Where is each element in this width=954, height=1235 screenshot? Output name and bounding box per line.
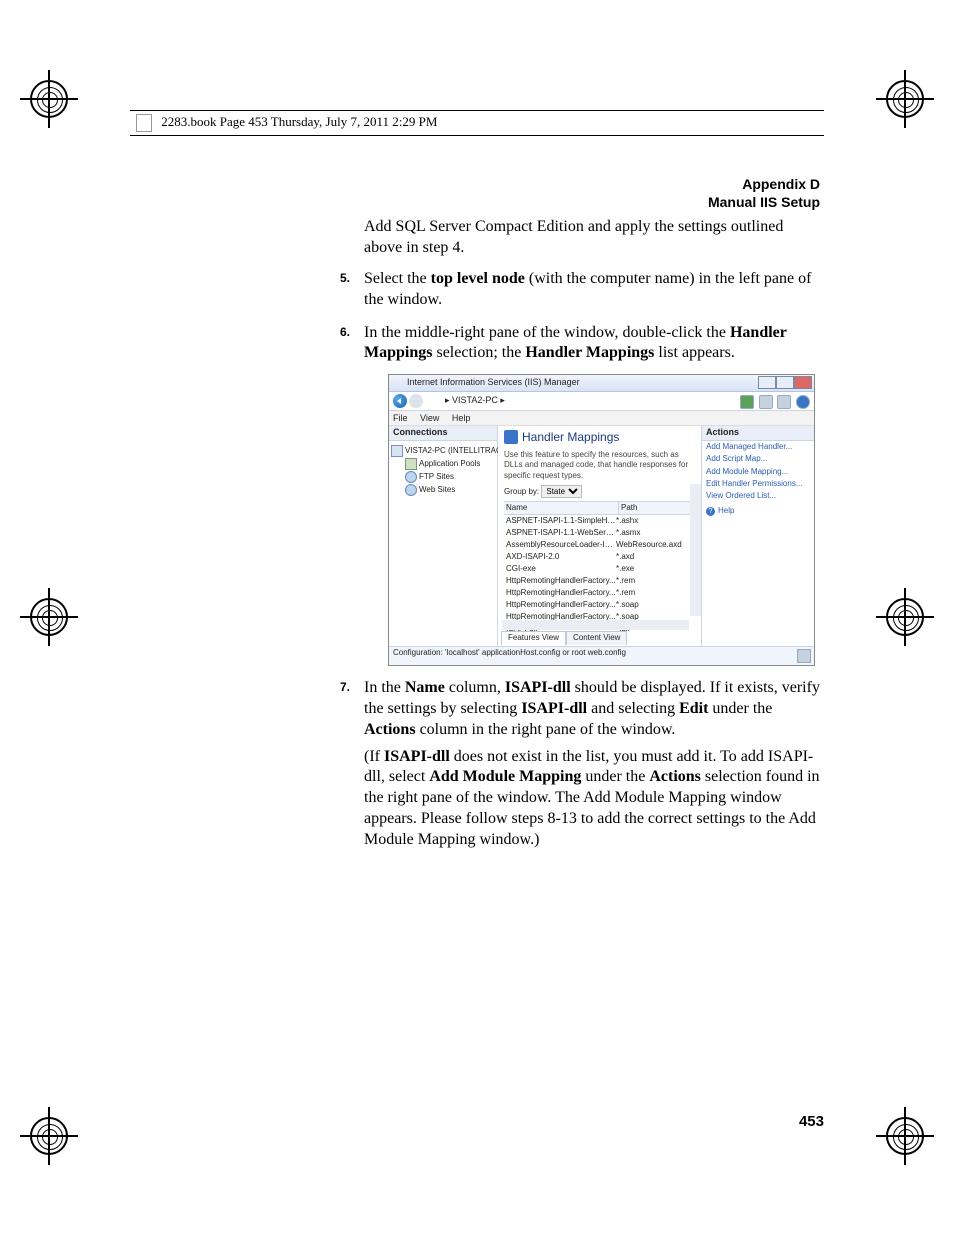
group-by-select[interactable]: State — [541, 485, 582, 498]
action-link[interactable]: Add Managed Handler... — [702, 441, 814, 453]
menu-view[interactable]: View — [420, 413, 439, 423]
status-bar: Configuration: 'localhost' applicationHo… — [389, 646, 814, 665]
page-number: 453 — [799, 1113, 824, 1130]
handler-mappings-icon — [504, 430, 518, 444]
globe-icon — [405, 484, 417, 496]
tree-node-server[interactable]: VISTA2-PC (INTELLITRACKIN — [391, 444, 495, 457]
stop-icon[interactable] — [759, 395, 773, 409]
window-title: Internet Information Services (IIS) Mana… — [407, 377, 580, 389]
iis-manager-screenshot: Internet Information Services (IIS) Mana… — [388, 374, 815, 666]
table-row[interactable]: HttpRemotingHandlerFactory...*.rem — [504, 587, 695, 599]
tree-node-ftp[interactable]: FTP Sites — [391, 470, 495, 483]
book-header: 2283.book Page 453 Thursday, July 7, 201… — [130, 110, 824, 136]
col-name[interactable]: Name — [504, 502, 619, 514]
table-row[interactable]: HttpRemotingHandlerFactory...*.soap — [504, 599, 695, 611]
registration-mark-icon — [30, 80, 68, 118]
step-6: 6. In the middle-right pane of the windo… — [340, 323, 820, 667]
status-icon — [797, 649, 811, 663]
menu-bar: File View Help — [389, 411, 814, 426]
maximize-button[interactable] — [776, 376, 794, 389]
appendix-header: Appendix D Manual IIS Setup — [340, 175, 820, 211]
page-icon — [136, 114, 152, 132]
actions-header: Actions — [702, 426, 814, 441]
main-description: Use this feature to specify the resource… — [504, 450, 695, 481]
server-icon — [391, 445, 403, 457]
registration-mark-icon — [30, 1117, 68, 1155]
action-link[interactable]: Edit Handler Permissions... — [702, 478, 814, 490]
table-row[interactable]: AXD-ISAPI-2.0*.axd — [504, 551, 695, 563]
col-path[interactable]: Path — [619, 502, 695, 514]
close-button[interactable] — [794, 376, 812, 389]
menu-help[interactable]: Help — [452, 413, 471, 423]
help-icon[interactable] — [796, 395, 810, 409]
group-by: Group by: State — [504, 485, 695, 498]
action-link[interactable]: View Ordered List... — [702, 490, 814, 502]
tree-node-web[interactable]: Web Sites — [391, 483, 495, 496]
action-link[interactable]: Add Module Mapping... — [702, 466, 814, 478]
actions-pane: Actions Add Managed Handler...Add Script… — [701, 426, 814, 648]
vertical-scrollbar[interactable] — [690, 484, 701, 616]
connections-pane: Connections VISTA2-PC (INTELLITRACKIN Ap… — [389, 426, 498, 648]
registration-mark-icon — [886, 598, 924, 636]
horizontal-scrollbar[interactable] — [502, 620, 689, 630]
table-row[interactable]: ASPNET-ISAPI-1.1-SimpleHan...*.ashx — [504, 515, 695, 527]
menu-file[interactable]: File — [393, 413, 408, 423]
main-title: Handler Mappings — [522, 430, 695, 446]
action-link[interactable]: Add Script Map... — [702, 453, 814, 465]
tree-node-apppools[interactable]: Application Pools — [391, 457, 495, 470]
help-link[interactable]: ?Help — [702, 503, 814, 519]
home-icon[interactable] — [777, 395, 791, 409]
nav-bar: ▸ VISTA2-PC ▸ — [389, 392, 814, 411]
breadcrumb[interactable]: ▸ VISTA2-PC ▸ — [445, 395, 505, 407]
mappings-table: NamePath ASPNET-ISAPI-1.1-SimpleHan...*.… — [504, 501, 695, 635]
connections-header: Connections — [389, 426, 497, 441]
table-row[interactable]: AssemblyResourceLoader-Inte...WebResourc… — [504, 539, 695, 551]
step-5: 5. Select the top level node (with the c… — [340, 269, 820, 311]
registration-mark-icon — [30, 598, 68, 636]
back-button[interactable] — [393, 394, 407, 408]
book-header-text: 2283.book Page 453 Thursday, July 7, 201… — [161, 114, 437, 129]
table-row[interactable]: CGI-exe*.exe — [504, 563, 695, 575]
main-pane: Handler Mappings Use this feature to spe… — [498, 426, 701, 648]
table-row[interactable]: ASPNET-ISAPI-1.1-WebService*.asmx — [504, 527, 695, 539]
help-icon: ? — [706, 507, 715, 516]
tab-features-view[interactable]: Features View — [501, 631, 566, 644]
forward-button[interactable] — [409, 394, 423, 408]
paragraph: Add SQL Server Compact Edition and apply… — [364, 217, 820, 259]
minimize-button[interactable] — [758, 376, 776, 389]
window-titlebar: Internet Information Services (IIS) Mana… — [389, 375, 814, 392]
table-row[interactable]: HttpRemotingHandlerFactory...*.rem — [504, 575, 695, 587]
globe-icon — [405, 471, 417, 483]
folder-icon — [405, 458, 417, 470]
tab-content-view[interactable]: Content View — [566, 631, 627, 644]
registration-mark-icon — [886, 80, 924, 118]
step-7: 7. In the Name column, ISAPI-dll should … — [340, 678, 820, 850]
registration-mark-icon — [886, 1117, 924, 1155]
refresh-icon[interactable] — [740, 395, 754, 409]
